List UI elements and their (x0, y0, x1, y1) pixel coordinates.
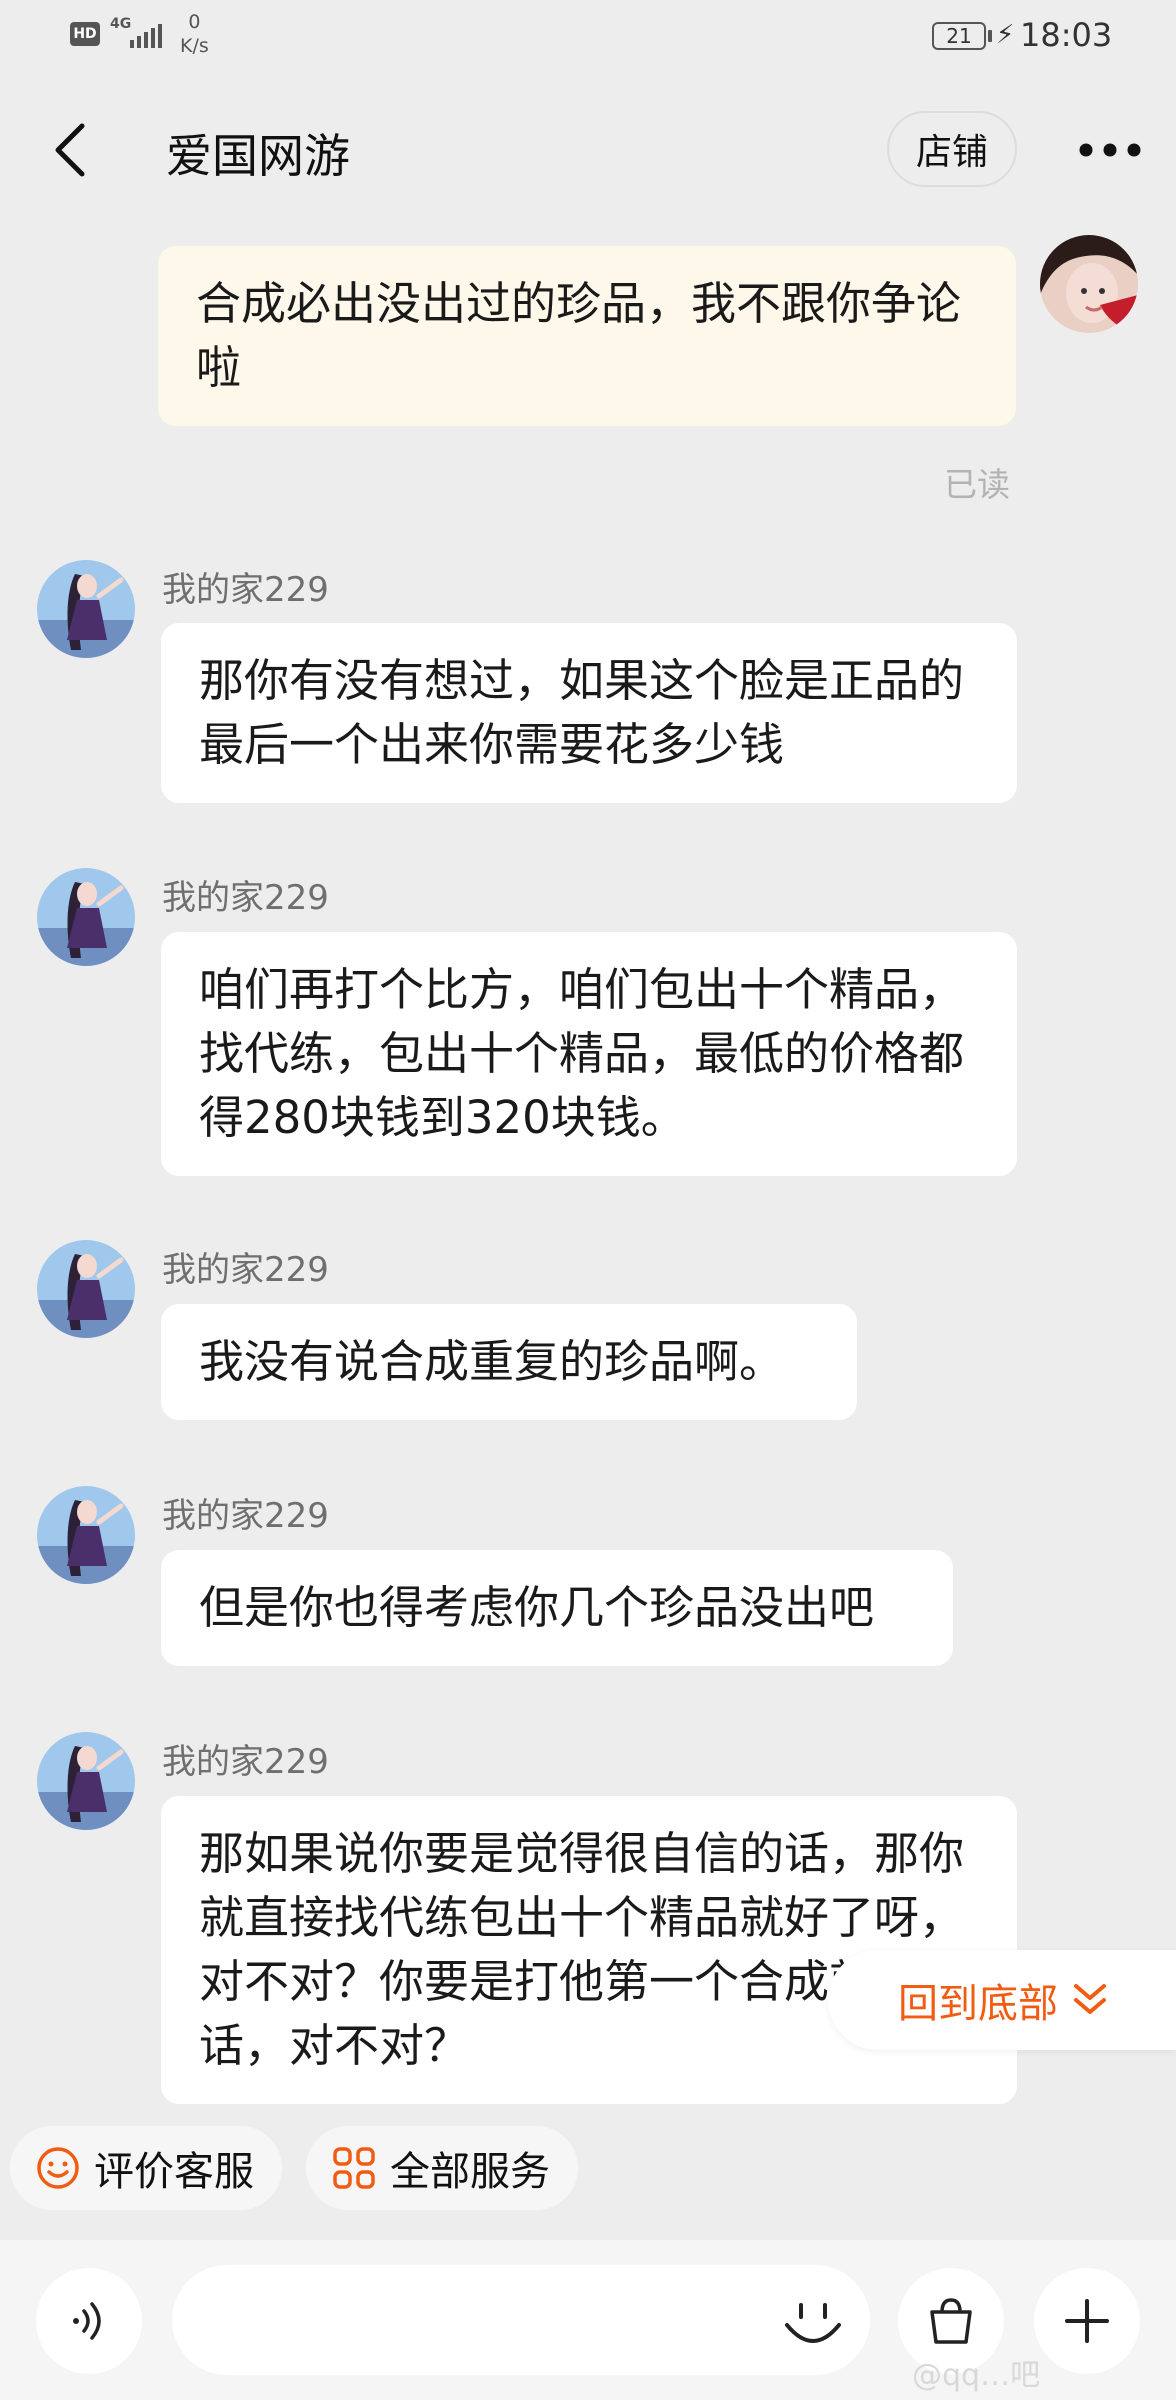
grid-icon (333, 2147, 375, 2189)
my-message-bubble[interactable]: 合成必出没出过的珍品，我不跟你争论啦 (158, 246, 1016, 426)
battery-indicator: 21 (932, 22, 986, 50)
chat-title: 爱国网游 (166, 129, 350, 183)
sender-name: 我的家229 (162, 878, 329, 918)
anime-avatar-icon (37, 1240, 135, 1338)
signal-icon (130, 24, 162, 48)
user-photo-icon (1040, 235, 1138, 333)
all-services-chip[interactable]: 全部服务 (306, 2126, 578, 2210)
message-bubble[interactable]: 但是你也得考虑你几个珍品没出吧 (161, 1550, 953, 1666)
network-speed: 0 K/s (180, 10, 209, 58)
back-to-bottom-label: 回到底部 (898, 1981, 1058, 2027)
double-chevron-down-icon (1074, 1984, 1106, 2014)
message-bubble[interactable]: 咱们再打个比方，咱们包出十个精品，找代练，包出十个精品，最低的价格都得280块钱… (161, 932, 1017, 1176)
plus-icon (1065, 2299, 1109, 2343)
anime-avatar-icon (37, 1732, 135, 1830)
message-bubble[interactable]: 我没有说合成重复的珍品啊。 (161, 1304, 857, 1420)
charging-icon: ⚡ (996, 20, 1015, 50)
message-input[interactable] (172, 2265, 870, 2375)
sender-name: 我的家229 (162, 1496, 329, 1536)
anime-avatar-icon (37, 560, 135, 658)
read-status: 已读 (944, 465, 1010, 504)
shop-button[interactable]: 店铺 (887, 111, 1017, 187)
sender-avatar[interactable] (37, 1732, 135, 1830)
sender-avatar[interactable] (37, 1486, 135, 1584)
status-bar: HD 4G 0 K/s 21 ⚡ 18:03 (0, 0, 1176, 75)
hd-badge: HD (70, 22, 100, 46)
voice-icon (73, 2302, 101, 2340)
shopping-bag-icon (930, 2298, 972, 2344)
my-avatar[interactable] (1040, 235, 1138, 333)
rate-service-chip[interactable]: 评价客服 (10, 2126, 282, 2210)
more-dots-icon (1079, 143, 1141, 157)
voice-button[interactable] (36, 2268, 142, 2374)
speed-unit: K/s (180, 35, 209, 57)
sender-avatar[interactable] (37, 560, 135, 658)
chip-label: 全部服务 (390, 2149, 550, 2195)
sender-name: 我的家229 (162, 1742, 329, 1782)
sender-name: 我的家229 (162, 570, 329, 610)
speed-value: 0 (188, 11, 201, 33)
smiley-icon (37, 2147, 79, 2189)
back-button[interactable] (40, 115, 100, 185)
add-button[interactable] (1034, 2268, 1140, 2374)
emoji-icon (785, 2303, 841, 2343)
more-button[interactable] (1070, 120, 1150, 180)
anime-avatar-icon (37, 1486, 135, 1584)
clock: 18:03 (1020, 16, 1113, 54)
sender-avatar[interactable] (37, 1240, 135, 1338)
watermark: @qq…吧 (912, 2358, 1041, 2393)
battery-tip (988, 30, 992, 42)
back-to-bottom-button[interactable]: 回到底部 (828, 1950, 1176, 2050)
emoji-button[interactable] (770, 2280, 856, 2366)
chevron-left-icon (55, 123, 85, 177)
chip-label: 评价客服 (94, 2149, 254, 2195)
anime-avatar-icon (37, 868, 135, 966)
message-bubble[interactable]: 那你有没有想过，如果这个脸是正品的最后一个出来你需要花多少钱 (161, 623, 1017, 803)
sender-name: 我的家229 (162, 1250, 329, 1290)
sender-avatar[interactable] (37, 868, 135, 966)
